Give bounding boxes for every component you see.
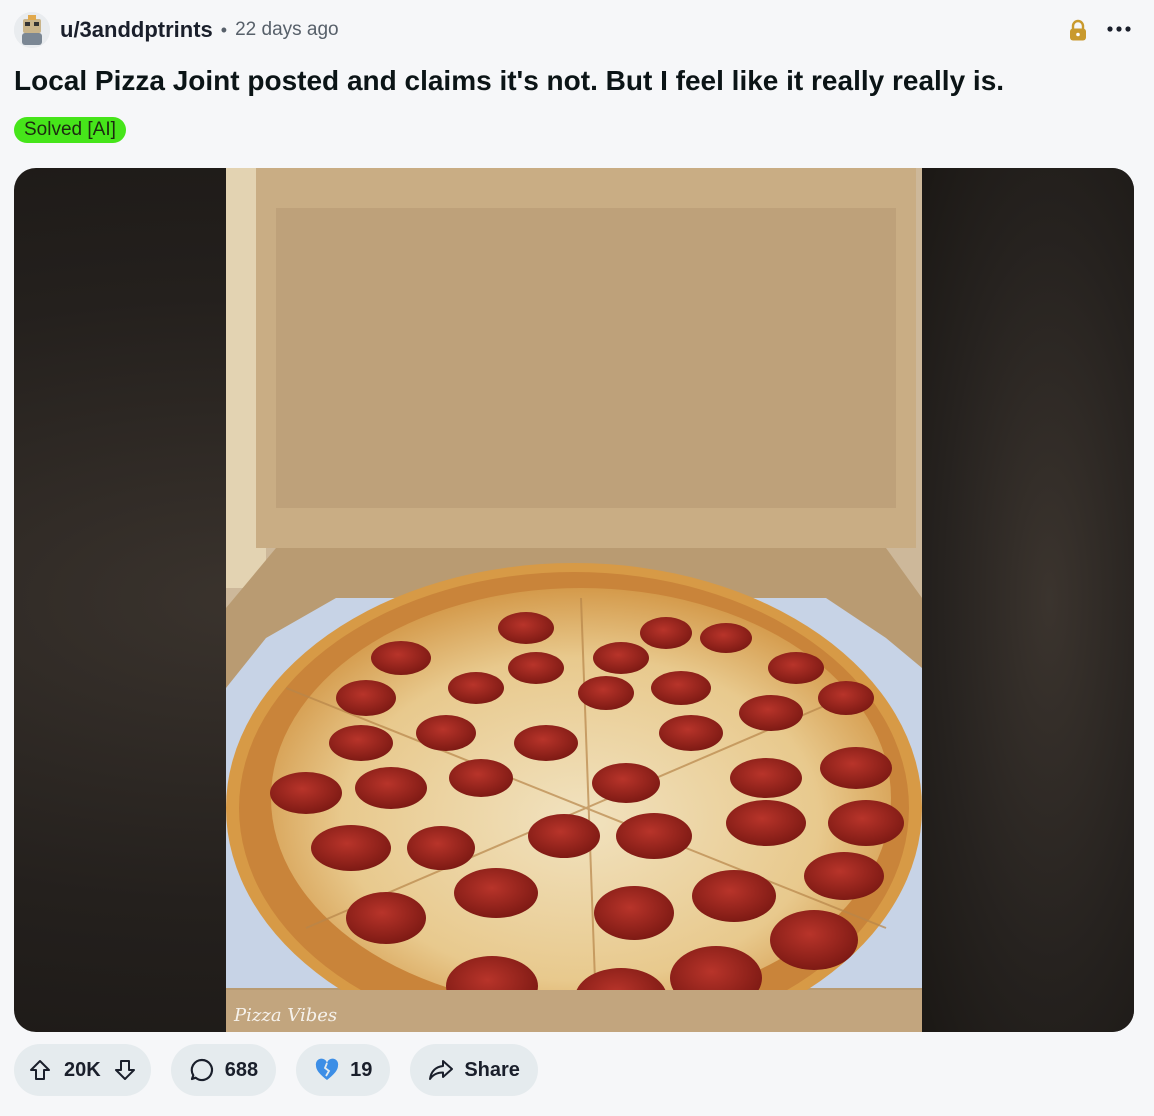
author-link[interactable]: u/3anddptrints bbox=[60, 17, 213, 43]
post-media[interactable]: Pizza Vibes bbox=[14, 168, 1134, 1032]
post-meta: u/3anddptrints • 22 days ago bbox=[14, 10, 339, 50]
share-label: Share bbox=[464, 1058, 520, 1081]
post-age: 22 days ago bbox=[235, 19, 339, 40]
post-flair[interactable]: Solved [AI] bbox=[14, 117, 126, 143]
share-icon bbox=[428, 1058, 454, 1082]
share-button[interactable]: Share bbox=[410, 1044, 538, 1096]
vote-control: 20K bbox=[14, 1044, 151, 1096]
avatar[interactable] bbox=[14, 12, 50, 48]
post-title[interactable]: Local Pizza Joint posted and claims it's… bbox=[14, 62, 1134, 100]
more-icon[interactable] bbox=[1104, 14, 1134, 44]
meta-separator: • bbox=[220, 19, 228, 40]
media-blur-background bbox=[922, 168, 1134, 1032]
post-card: u/3anddptrints • 22 days ago Local Pizza… bbox=[0, 0, 1154, 1116]
comment-icon bbox=[189, 1057, 215, 1083]
award-button[interactable]: 19 bbox=[296, 1044, 391, 1096]
lock-icon bbox=[1068, 19, 1088, 41]
comment-count: 688 bbox=[224, 1058, 259, 1081]
vote-count: 20K bbox=[64, 1058, 101, 1081]
comments-button[interactable]: 688 bbox=[170, 1044, 277, 1096]
action-bar: 20K 688 19 Share bbox=[14, 1044, 538, 1096]
upvote-icon[interactable] bbox=[28, 1058, 52, 1082]
award-icon bbox=[314, 1058, 340, 1082]
image-watermark: Pizza Vibes bbox=[234, 1005, 338, 1026]
downvote-icon[interactable] bbox=[113, 1058, 137, 1082]
award-count: 19 bbox=[350, 1058, 373, 1081]
pizza-image bbox=[226, 168, 922, 1032]
